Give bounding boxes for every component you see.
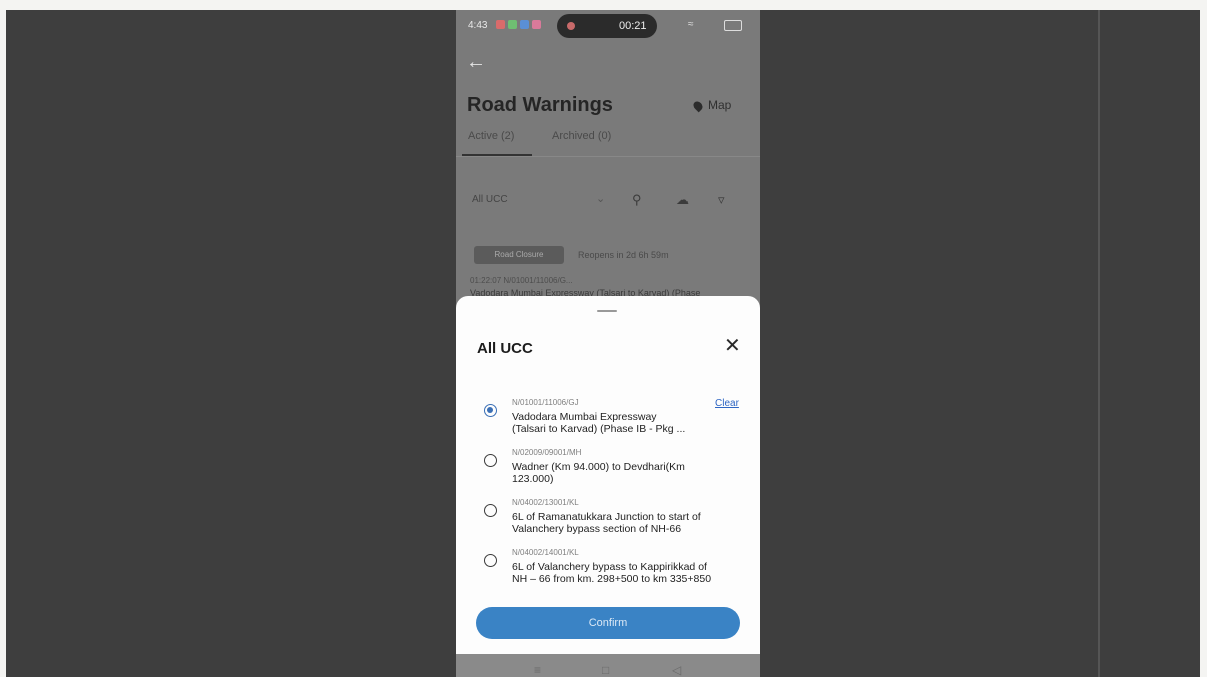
option-name-line1: 6L of Valanchery bypass to Kappirikkad o… [512, 561, 707, 573]
menu-icon[interactable]: ≡ [534, 663, 541, 677]
system-nav-bar: ≡ □ ◁ [456, 654, 760, 677]
download-icon[interactable]: ☁ [676, 192, 689, 208]
back-nav-icon[interactable]: ◁ [672, 663, 681, 677]
ucc-dropdown[interactable]: All UCC [472, 194, 508, 205]
confirm-button[interactable]: Confirm [476, 607, 740, 639]
option-code: N/04002/13001/KL [512, 498, 579, 507]
notification-icon [520, 20, 529, 29]
chevron-down-icon[interactable]: ⌄ [596, 192, 605, 205]
option-name-line2: Valanchery bypass section of NH-66 [512, 523, 682, 535]
back-arrow-icon[interactable]: ← [466, 52, 486, 72]
search-icon[interactable]: ⚲ [632, 192, 642, 208]
option-code: N/02009/09001/MH [512, 448, 582, 457]
map-pin-icon [691, 99, 705, 113]
option-code: N/04002/14001/KL [512, 548, 579, 557]
tab-active[interactable]: Active (2) [468, 130, 514, 142]
map-button[interactable]: Map [691, 98, 732, 113]
radio-unselected[interactable] [484, 554, 497, 567]
status-bar: 4:43 00:21 ≈ [456, 10, 760, 44]
clear-button[interactable]: Clear [715, 398, 739, 409]
record-timer: 00:21 [619, 20, 647, 32]
option-name-line2: (Talsari to Karvad) (Phase IB - Pkg ... [512, 423, 686, 435]
radio-selected[interactable] [484, 404, 497, 417]
drag-handle[interactable] [597, 310, 617, 312]
status-badge: Road Closure [474, 246, 564, 264]
sheet-title: All UCC [477, 340, 533, 357]
wifi-icon: ≈ [688, 19, 695, 30]
record-dot-icon [567, 22, 575, 30]
option-name-line2: NH – 66 from km. 298+500 to km 335+850 [512, 573, 712, 585]
option-name-line1: Vadodara Mumbai Expressway [512, 411, 657, 423]
tab-divider [456, 156, 760, 157]
battery-icon [724, 20, 742, 31]
reopens-text: Reopens in 2d 6h 59m [578, 250, 669, 260]
status-time: 4:43 [468, 20, 488, 31]
tab-archived[interactable]: Archived (0) [552, 130, 611, 142]
option-name-line1: Wadner (Km 94.000) to Devdhari(Km [512, 461, 685, 473]
home-icon[interactable]: □ [602, 663, 609, 677]
radio-unselected[interactable] [484, 454, 497, 467]
option-code: N/01001/11006/GJ [512, 398, 579, 407]
filter-icon[interactable]: ▿ [718, 192, 725, 208]
notification-icon [496, 20, 505, 29]
option-name-line1: 6L of Ramanatukkara Junction to start of [512, 511, 701, 523]
warning-code: 01:22:07 N/01001/11006/G... [470, 276, 573, 285]
ucc-bottom-sheet: All UCC ✕ Clear N/01001/11006/GJ Vadodar… [456, 296, 760, 654]
map-label: Map [708, 98, 732, 112]
page-title: Road Warnings [467, 94, 613, 116]
filter-bar: All UCC ⌄ ⚲ ☁ ▿ [456, 184, 760, 220]
scan-edge [1098, 10, 1100, 677]
screen-record-pill[interactable]: 00:21 [557, 14, 657, 38]
option-name-line2: 123.000) [512, 473, 554, 485]
phone-screen: 4:43 00:21 ≈ ← Road Warnings Map Active … [456, 10, 760, 677]
notification-icon [532, 20, 541, 29]
close-icon[interactable]: ✕ [724, 336, 741, 356]
notification-icon [508, 20, 517, 29]
radio-unselected[interactable] [484, 504, 497, 517]
